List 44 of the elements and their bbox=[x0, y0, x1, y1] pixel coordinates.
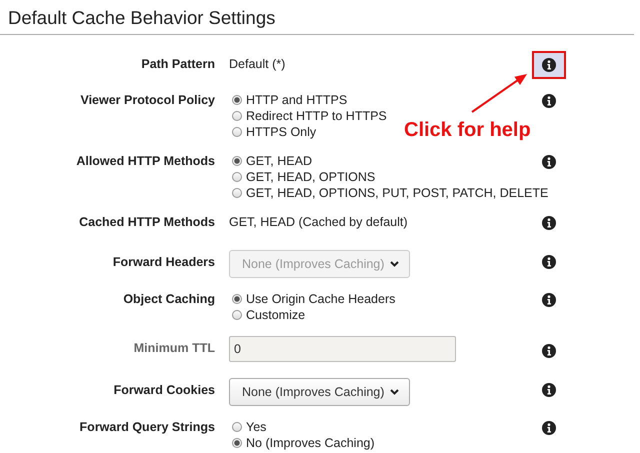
radio-option[interactable]: No (Improves Caching) bbox=[232, 435, 375, 451]
info-icon[interactable] bbox=[542, 216, 556, 230]
info-icon[interactable] bbox=[542, 155, 556, 169]
field-label: Path Pattern bbox=[140, 56, 215, 72]
radio-button[interactable] bbox=[232, 172, 242, 182]
info-icon[interactable] bbox=[542, 94, 556, 108]
radio-button[interactable] bbox=[232, 188, 242, 198]
chevron-down-icon bbox=[390, 389, 400, 395]
annotation-text: Click for help bbox=[404, 119, 531, 142]
field-value: GET, HEAD (Cached by default) bbox=[229, 214, 409, 230]
info-icon[interactable] bbox=[542, 58, 556, 72]
field-value: Default (*) bbox=[229, 56, 286, 72]
radio-option[interactable]: GET, HEAD, OPTIONS bbox=[232, 169, 376, 185]
radio-option[interactable]: Redirect HTTP to HTTPS bbox=[232, 108, 387, 124]
radio-option[interactable]: GET, HEAD bbox=[232, 153, 312, 169]
field-label: Allowed HTTP Methods bbox=[75, 153, 215, 169]
dropdown[interactable]: None (Improves Caching) bbox=[229, 378, 410, 406]
help-button[interactable] bbox=[532, 51, 566, 79]
field-label: Cached HTTP Methods bbox=[78, 214, 215, 230]
radio-button[interactable] bbox=[232, 310, 242, 320]
field-label: Forward Query Strings bbox=[78, 419, 215, 435]
radio-button[interactable] bbox=[232, 294, 242, 304]
radio-option[interactable]: HTTP and HTTPS bbox=[232, 92, 348, 108]
info-icon[interactable] bbox=[542, 293, 556, 307]
radio-button[interactable] bbox=[232, 422, 242, 432]
info-icon[interactable] bbox=[542, 421, 556, 435]
radio-button[interactable] bbox=[232, 127, 242, 137]
field-label: Minimum TTL bbox=[132, 340, 215, 356]
radio-option[interactable]: HTTPS Only bbox=[232, 124, 316, 140]
section-title: Default Cache Behavior Settings bbox=[0, 0, 634, 35]
chevron-down-icon bbox=[390, 261, 400, 267]
info-icon[interactable] bbox=[542, 383, 556, 397]
radio-button[interactable] bbox=[232, 156, 242, 166]
radio-button[interactable] bbox=[232, 111, 242, 121]
radio-option[interactable]: Yes bbox=[232, 419, 266, 435]
field-label: Viewer Protocol Policy bbox=[79, 92, 215, 108]
radio-option[interactable]: GET, HEAD, OPTIONS, PUT, POST, PATCH, DELETE bbox=[232, 185, 548, 201]
radio-option[interactable]: Use Origin Cache Headers bbox=[232, 291, 396, 307]
field-label: Object Caching bbox=[122, 291, 215, 307]
field-label: Forward Cookies bbox=[112, 382, 215, 398]
radio-option[interactable]: Customize bbox=[232, 307, 306, 323]
radio-button[interactable] bbox=[232, 95, 242, 105]
field-label: Forward Headers bbox=[112, 254, 215, 270]
radio-button[interactable] bbox=[232, 438, 242, 448]
